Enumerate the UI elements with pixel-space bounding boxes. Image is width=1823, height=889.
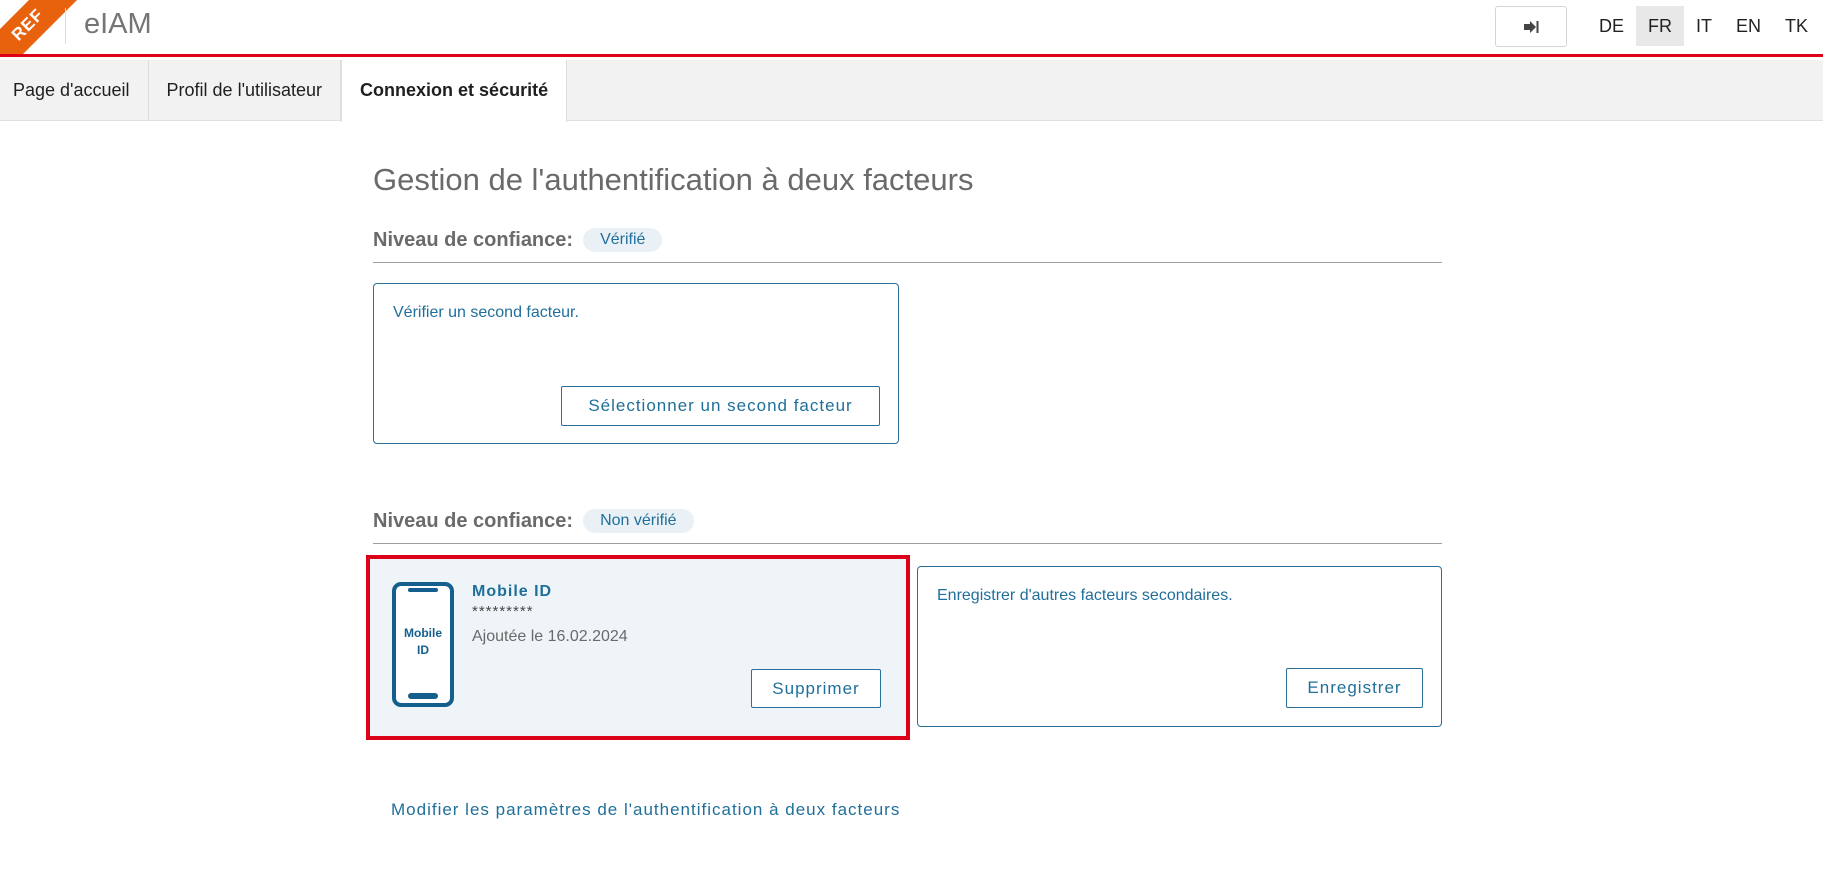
language-fr[interactable]: FR [1636, 6, 1685, 46]
register-other-factors-text: Enregistrer d'autres facteurs secondaire… [937, 587, 1233, 604]
language-de[interactable]: DE [1587, 6, 1636, 46]
select-second-factor-button[interactable]: Sélectionner un second facteur [561, 386, 880, 426]
language-en[interactable]: EN [1724, 6, 1773, 46]
delete-mobile-id-button[interactable]: Supprimer [751, 669, 881, 708]
verify-second-factor-card: Vérifier un second facteur. Sélectionner… [373, 283, 899, 444]
trust-level-label: Niveau de confiance: [373, 509, 574, 532]
environment-ribbon: REF [0, 0, 82, 54]
trust-level-label: Niveau de confiance: [373, 228, 574, 251]
mobile-id-added-date: Ajoutée le 16.02.2024 [472, 628, 628, 645]
main-nav-tabs: Page d'accueil Profil de l'utilisateur C… [0, 60, 1823, 122]
trust-level-verified-row: Niveau de confiance: Vérifié [373, 228, 1442, 263]
environment-ribbon-label: REF [0, 0, 82, 54]
logout-button[interactable] [1495, 6, 1567, 47]
phone-label-line1: Mobile [404, 626, 442, 640]
app-title: eIAM [84, 8, 152, 40]
logout-icon [1524, 20, 1539, 33]
register-other-factors-card: Enregistrer d'autres facteurs secondaire… [917, 566, 1442, 727]
modify-2fa-settings-link[interactable]: Modifier les paramètres de l'authentific… [391, 800, 900, 820]
tab-user-profile[interactable]: Profil de l'utilisateur [149, 60, 342, 121]
trust-level-unverified-row: Niveau de confiance: Non vérifié [373, 509, 1442, 544]
tab-home[interactable]: Page d'accueil [0, 60, 149, 121]
header-divider [65, 8, 66, 44]
mobile-phone-icon: Mobile ID [392, 582, 454, 707]
phone-label-line2: ID [417, 643, 429, 657]
top-header: REF eIAM DE FR IT EN TK [0, 0, 1823, 57]
language-switcher: DE FR IT EN TK [1587, 6, 1820, 46]
tab-login-security[interactable]: Connexion et sécurité [341, 60, 568, 122]
trust-level-badge-unverified: Non vérifié [583, 509, 694, 533]
language-tk[interactable]: TK [1773, 6, 1820, 46]
trust-level-badge-verified: Vérifié [583, 228, 663, 252]
register-button[interactable]: Enregistrer [1286, 668, 1423, 708]
language-it[interactable]: IT [1684, 6, 1724, 46]
mobile-id-factor-card: Mobile ID Mobile ID ********* Ajoutée le… [366, 555, 910, 740]
verify-second-factor-text: Vérifier un second facteur. [393, 304, 579, 321]
mobile-id-title: Mobile ID [472, 583, 553, 600]
mobile-id-masked-number: ********* [472, 603, 534, 620]
page-title: Gestion de l'authentification à deux fac… [373, 162, 974, 197]
